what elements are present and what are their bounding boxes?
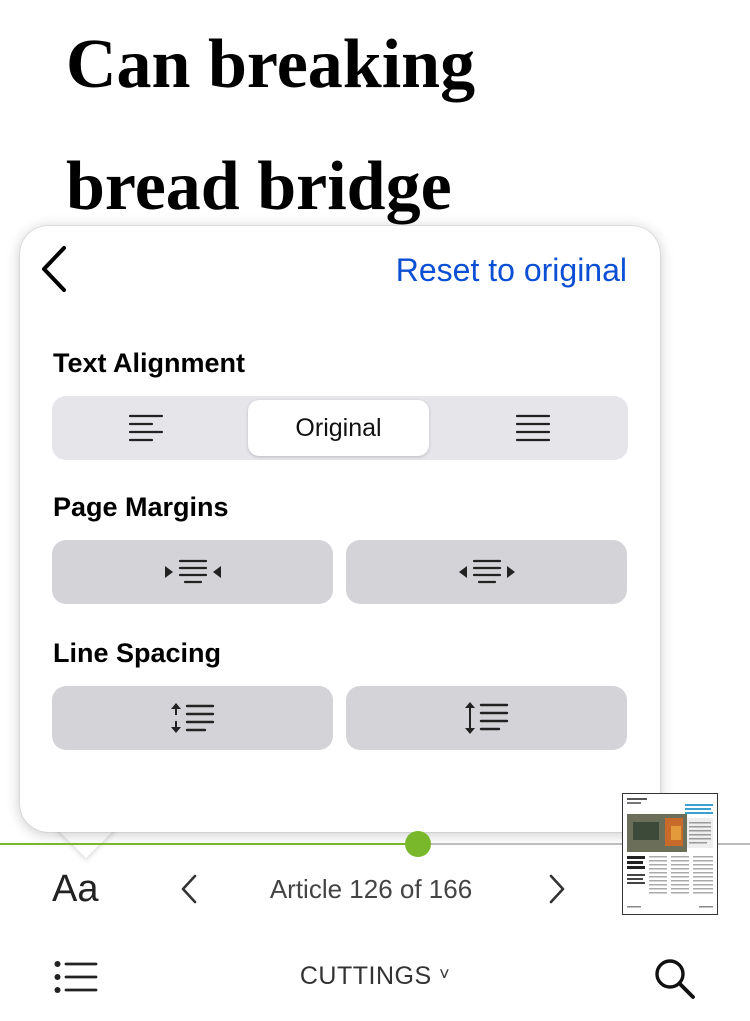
text-format-popover: Reset to original Text Alignment Origina… [20,226,660,832]
back-button[interactable] [38,244,74,294]
decrease-margins-icon [164,559,221,584]
article-position-label: Article 126 of 166 [269,874,473,904]
text-alignment-title: Text Alignment [53,348,246,378]
align-original-option[interactable]: Original [248,400,429,456]
decrease-line-spacing-button[interactable] [52,686,333,750]
decrease-line-spacing-icon [170,703,214,733]
page-margins-title: Page Margins [53,492,229,522]
headline-line-1: Can breaking [66,26,476,103]
text-alignment-control: Original [52,396,628,460]
article-headline: Can breaking bread bridge [66,4,706,248]
increase-margins-icon [458,559,515,584]
section-label: CUTTINGS [299,962,432,990]
search-icon [655,959,695,999]
align-left-option[interactable] [56,400,236,456]
align-justify-option[interactable] [442,400,624,456]
next-article-button[interactable] [546,872,568,911]
chevron-left-icon [42,246,66,292]
chevron-down-icon: ˅ [439,964,451,984]
search-button[interactable] [652,956,696,1005]
increase-line-spacing-button[interactable] [346,686,627,750]
align-justify-icon [515,414,551,442]
reset-to-original-link[interactable]: Reset to original [396,252,627,289]
line-spacing-title: Line Spacing [53,638,222,668]
chevron-right-icon [549,874,565,904]
increase-margins-button[interactable] [346,540,627,604]
align-left-icon [128,414,164,442]
section-selector[interactable]: CUTTINGS ˅ [0,962,750,991]
reading-progress-slider-handle[interactable] [405,831,431,857]
reading-progress-fill [0,843,418,845]
increase-line-spacing-icon [464,702,508,734]
decrease-margins-button[interactable] [52,540,333,604]
